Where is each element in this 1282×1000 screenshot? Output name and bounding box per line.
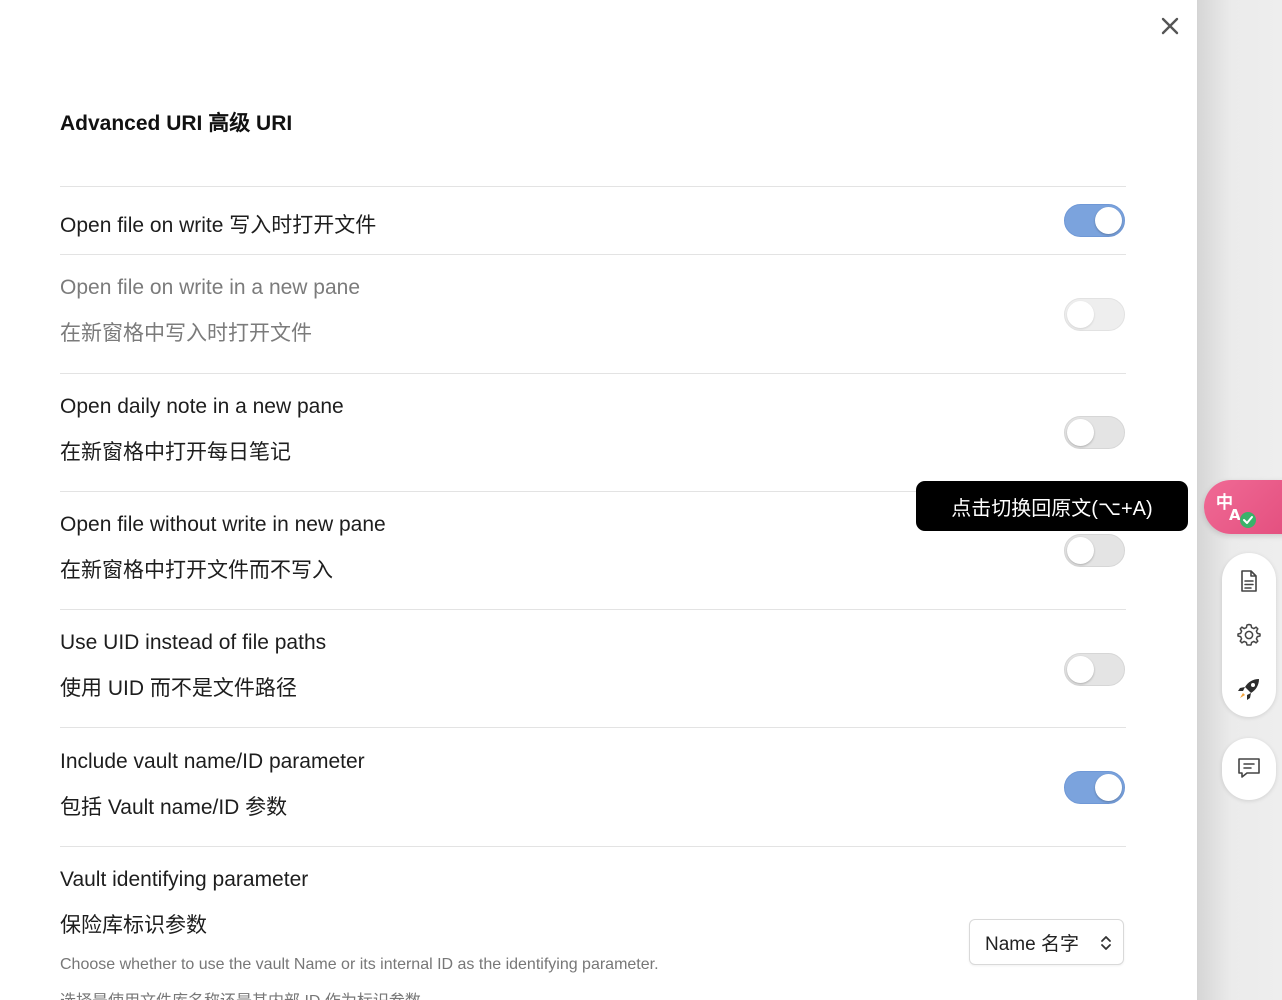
setting-row-vault-identifying-parameter: Vault identifying parameter 保险库标识参数 Choo… [60,846,1126,1000]
setting-description: Choose whether to use the vault Name or … [60,956,659,973]
toggle-knob [1067,537,1094,564]
translate-tooltip: 点击切换回原文(⌥+A) [916,481,1188,531]
toggle-use-uid[interactable] [1064,653,1125,686]
settings-panel: Advanced URI 高级 URI Open file on write 写… [0,0,1198,1000]
vault-parameter-select[interactable]: Name 名字 [969,919,1124,965]
toggle-open-file-new-pane[interactable] [1064,298,1125,331]
setting-subtitle: 在新窗格中打开每日笔记 [60,441,291,464]
setting-row-open-file-on-write: Open file on write 写入时打开文件 [60,186,1126,255]
feedback-button[interactable] [1222,738,1276,800]
svg-text:A: A [1229,506,1241,524]
toggle-knob [1067,301,1094,328]
settings-button[interactable] [1236,622,1262,648]
rocket-button[interactable] [1236,676,1262,702]
setting-title: Open file on write 写入时打开文件 [60,214,377,237]
setting-title: Open daily note in a new pane [60,395,344,418]
gear-icon [1237,623,1261,646]
setting-title: Open file on write in a new pane [60,276,361,299]
toggle-knob [1095,207,1122,234]
select-value: Name 名字 [985,933,1079,955]
setting-row-open-file-new-pane: Open file on write in a new pane 在新窗格中写入… [60,254,1126,374]
translate-button[interactable]: 中 A [1204,480,1282,534]
setting-description-translated: 选择是使用文件库名称还是其内部 ID 作为标识参数 [60,987,421,1000]
setting-title: Include vault name/ID parameter [60,750,365,773]
setting-subtitle: 使用 UID 而不是文件路径 [60,677,297,700]
toggle-open-without-write[interactable] [1064,534,1125,567]
toggle-open-file-on-write[interactable] [1064,204,1125,237]
document-button[interactable] [1236,568,1262,594]
toggle-include-vault-name[interactable] [1064,771,1125,804]
translate-icon: 中 A [1216,492,1256,528]
chevron-up-down-icon [1101,936,1111,950]
setting-row-daily-note-new-pane: Open daily note in a new pane 在新窗格中打开每日笔… [60,373,1126,492]
toggle-knob [1067,419,1094,446]
chat-icon [1238,758,1260,778]
rocket-icon [1238,679,1259,700]
toggle-knob [1067,656,1094,683]
setting-subtitle: 在新窗格中打开文件而不写入 [60,559,333,582]
setting-row-include-vault-name: Include vault name/ID parameter 包括 Vault… [60,727,1126,847]
setting-row-use-uid: Use UID instead of file paths 使用 UID 而不是… [60,609,1126,728]
close-icon [1161,17,1179,35]
setting-title: Use UID instead of file paths [60,631,327,654]
setting-subtitle: 包括 Vault name/ID 参数 [60,796,288,819]
section-heading: Advanced URI 高级 URI [60,112,293,135]
side-toolbar [1222,553,1276,717]
toggle-daily-note-new-pane[interactable] [1064,416,1125,449]
toggle-knob [1095,774,1122,801]
close-button[interactable] [1156,12,1184,40]
setting-title: Vault identifying parameter [60,868,309,891]
setting-subtitle: 保险库标识参数 [60,914,207,937]
document-icon [1241,570,1257,592]
setting-title: Open file without write in new pane [60,513,386,536]
setting-subtitle: 在新窗格中写入时打开文件 [60,322,312,345]
